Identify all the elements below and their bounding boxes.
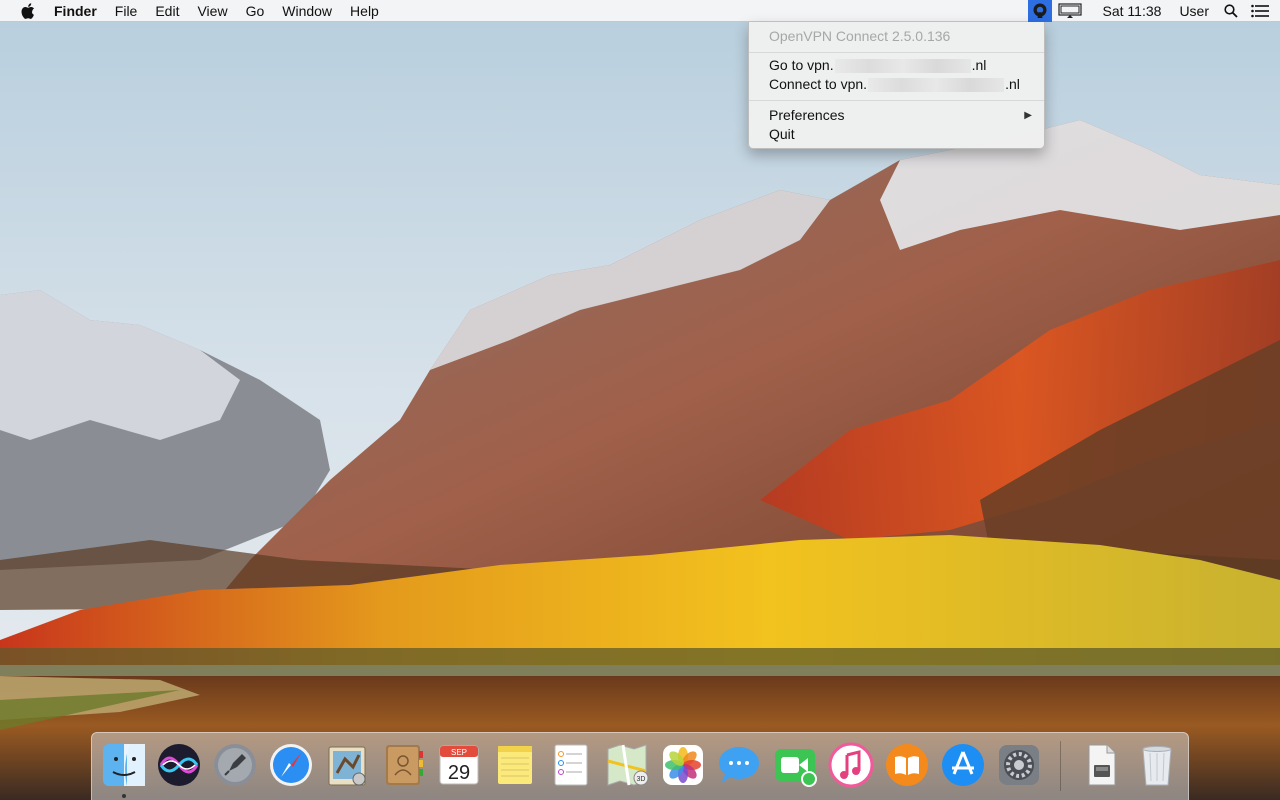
menu-bar-user[interactable]: User xyxy=(1170,0,1218,22)
menu-window[interactable]: Window xyxy=(273,0,341,22)
siri-icon[interactable] xyxy=(155,741,203,789)
messages-icon[interactable] xyxy=(715,741,763,789)
downloads-stack-icon[interactable] xyxy=(1077,741,1125,789)
photos-icon[interactable] xyxy=(659,741,707,789)
menu-app-name[interactable]: Finder xyxy=(54,0,106,22)
dock-separator xyxy=(1060,741,1061,791)
launchpad-icon[interactable] xyxy=(211,741,259,789)
mail-icon[interactable] xyxy=(323,741,371,789)
contacts-icon[interactable] xyxy=(379,741,427,789)
menu-go[interactable]: Go xyxy=(237,0,274,22)
openvpn-menu-header: OpenVPN Connect 2.5.0.136 xyxy=(769,28,951,44)
trash-icon[interactable] xyxy=(1133,741,1181,789)
goto-vpn-item[interactable]: Go to vpn. .nl xyxy=(769,56,1034,75)
connect-prefix: Connect to vpn. xyxy=(769,76,868,92)
running-indicator xyxy=(122,794,126,798)
calendar-day: 29 xyxy=(448,762,470,784)
dock: SEP 29 3D xyxy=(91,732,1189,800)
notes-icon[interactable] xyxy=(491,741,539,789)
safari-icon[interactable] xyxy=(267,741,315,789)
quit-label: Quit xyxy=(769,126,795,142)
finder-icon[interactable] xyxy=(100,741,148,789)
menu-bar-clock[interactable]: Sat 11:38 xyxy=(1094,0,1171,22)
reminders-icon[interactable] xyxy=(547,741,595,789)
goto-prefix: Go to vpn. xyxy=(769,57,834,73)
facetime-icon[interactable] xyxy=(771,741,819,789)
menu-separator xyxy=(749,52,1044,53)
maps-3d-badge: 3D xyxy=(637,776,646,783)
notification-center-icon[interactable] xyxy=(1244,0,1276,22)
calendar-icon[interactable]: SEP 29 xyxy=(435,741,483,789)
airplay-display-icon[interactable] xyxy=(1056,0,1084,22)
desktop-wallpaper xyxy=(0,0,1280,800)
calendar-month: SEP xyxy=(451,748,467,757)
menu-file[interactable]: File xyxy=(106,0,147,22)
goto-suffix: .nl xyxy=(971,57,987,73)
menu-edit[interactable]: Edit xyxy=(146,0,188,22)
menu-bar: Finder File Edit View Go Window Help Sat… xyxy=(0,0,1280,22)
preferences-label: Preferences xyxy=(769,107,845,123)
redacted-host xyxy=(834,58,971,73)
preferences-item[interactable]: Preferences ▶ xyxy=(769,106,1034,125)
openvpn-icon[interactable] xyxy=(1027,0,1052,22)
redacted-host xyxy=(868,77,1005,92)
connect-suffix: .nl xyxy=(1005,76,1020,92)
menu-help[interactable]: Help xyxy=(341,0,388,22)
apple-menu-icon[interactable] xyxy=(19,2,37,20)
ibooks-icon[interactable] xyxy=(883,741,931,789)
menu-view[interactable]: View xyxy=(188,0,236,22)
maps-icon[interactable]: 3D xyxy=(603,741,651,789)
openvpn-dropdown-menu: OpenVPN Connect 2.5.0.136 Go to vpn. .nl… xyxy=(748,22,1045,149)
connect-vpn-item[interactable]: Connect to vpn. .nl xyxy=(769,75,1034,94)
submenu-arrow-icon: ▶ xyxy=(1024,110,1032,121)
quit-item[interactable]: Quit xyxy=(769,125,1034,144)
spotlight-search-icon[interactable] xyxy=(1218,0,1244,22)
itunes-icon[interactable] xyxy=(827,741,875,789)
menu-separator xyxy=(749,100,1044,101)
system-preferences-icon[interactable] xyxy=(995,741,1043,789)
app-store-icon[interactable] xyxy=(939,741,987,789)
